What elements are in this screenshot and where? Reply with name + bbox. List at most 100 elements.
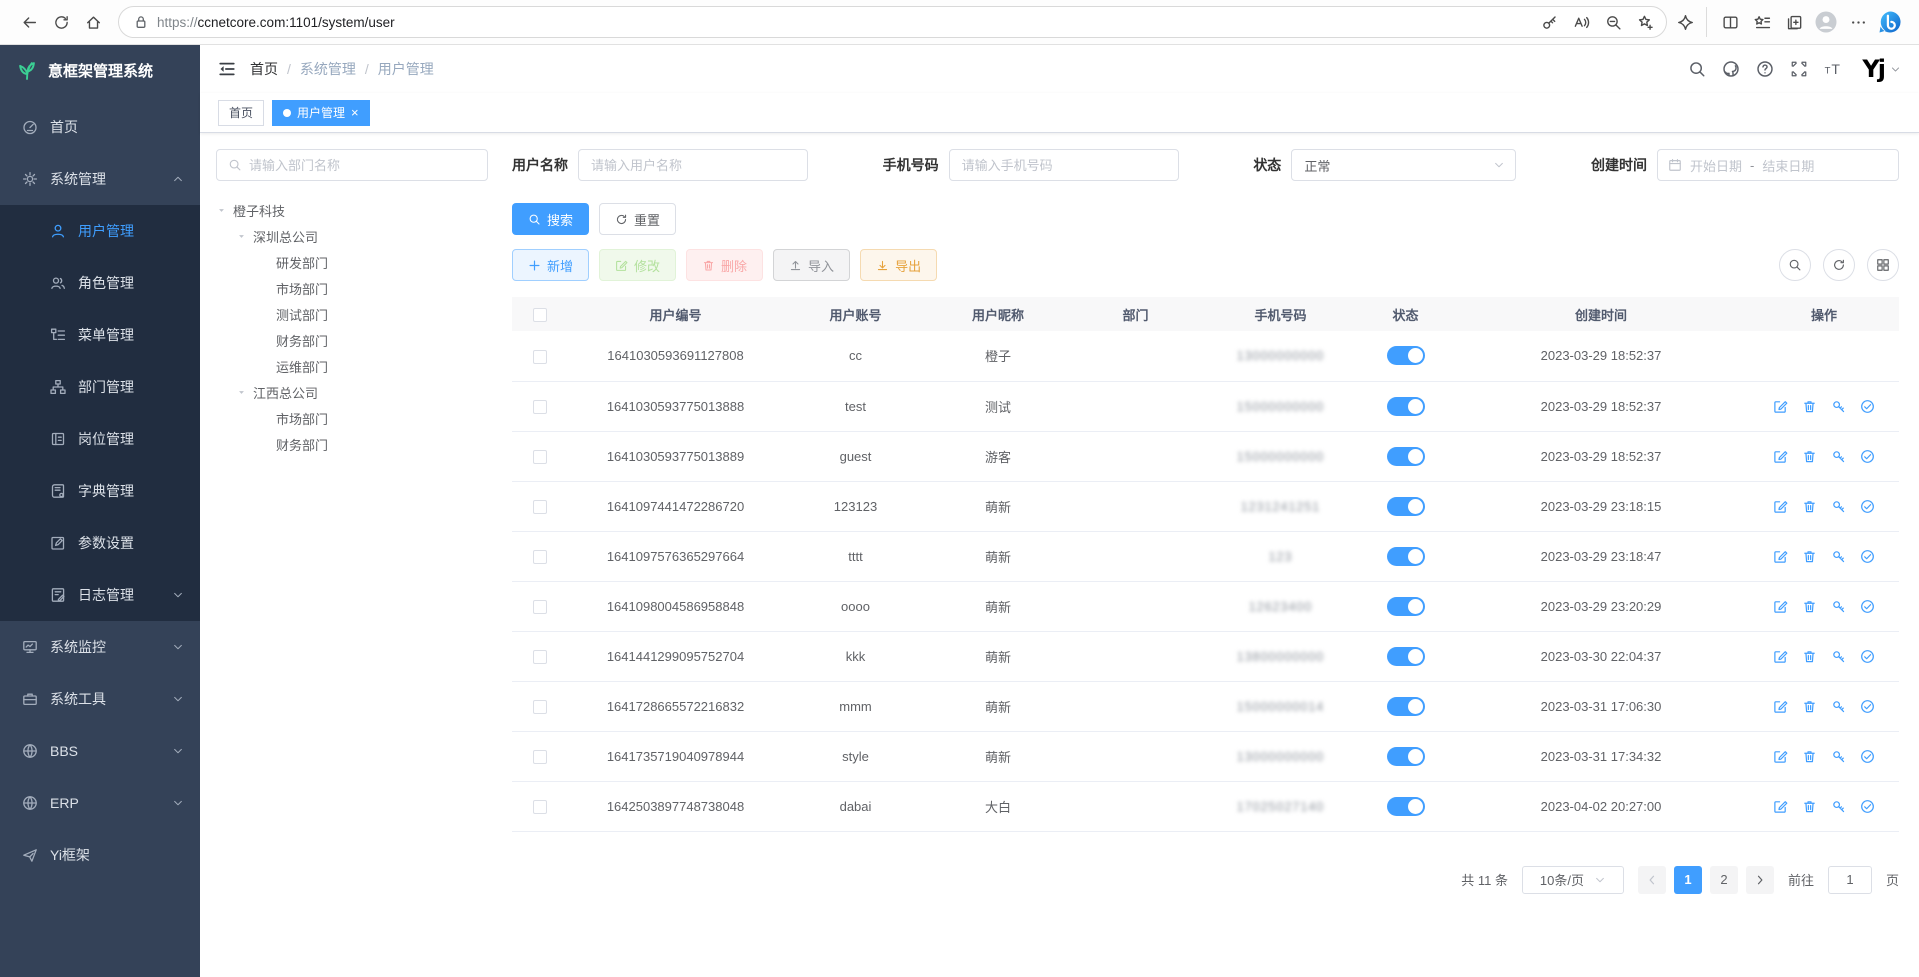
status-toggle[interactable] — [1387, 447, 1425, 466]
page-button-1[interactable]: 1 — [1674, 866, 1702, 894]
row-assign-role-button[interactable] — [1860, 549, 1875, 564]
row-edit-button[interactable] — [1773, 499, 1788, 514]
status-toggle[interactable] — [1387, 697, 1425, 716]
key-icon[interactable] — [1534, 7, 1564, 37]
row-assign-role-button[interactable] — [1860, 599, 1875, 614]
row-reset-password-button[interactable] — [1831, 699, 1846, 714]
collections-icon[interactable] — [1779, 7, 1809, 37]
row-reset-password-button[interactable] — [1831, 449, 1846, 464]
row-reset-password-button[interactable] — [1831, 549, 1846, 564]
sidebar-item-post[interactable]: 岗位管理 — [0, 413, 200, 465]
page-size-select[interactable]: 10条/页 — [1522, 866, 1624, 894]
status-toggle[interactable] — [1387, 346, 1425, 365]
url-text[interactable]: https://ccnetcore.com:1101/system/user — [157, 15, 1526, 30]
row-reset-password-button[interactable] — [1831, 799, 1846, 814]
sidebar-item-home[interactable]: 首页 — [0, 101, 200, 153]
row-delete-button[interactable] — [1802, 449, 1817, 464]
sidebar-item-tool[interactable]: 系统工具 — [0, 673, 200, 725]
row-reset-password-button[interactable] — [1831, 749, 1846, 764]
delete-button[interactable]: 删除 — [686, 249, 763, 281]
row-checkbox[interactable] — [533, 550, 547, 564]
github-icon[interactable] — [1714, 52, 1748, 86]
row-edit-button[interactable] — [1773, 599, 1788, 614]
row-edit-button[interactable] — [1773, 799, 1788, 814]
row-edit-button[interactable] — [1773, 749, 1788, 764]
dept-search-input[interactable] — [249, 158, 476, 173]
row-delete-button[interactable] — [1802, 399, 1817, 414]
row-checkbox[interactable] — [533, 350, 547, 364]
fullscreen-icon[interactable] — [1782, 52, 1816, 86]
date-range-picker[interactable]: 开始日期 - 结束日期 — [1657, 149, 1899, 181]
row-delete-button[interactable] — [1802, 699, 1817, 714]
import-button[interactable]: 导入 — [773, 249, 850, 281]
row-delete-button[interactable] — [1802, 549, 1817, 564]
page-button-2[interactable]: 2 — [1710, 866, 1738, 894]
refresh-table-button[interactable] — [1823, 249, 1855, 281]
help-icon[interactable] — [1748, 52, 1782, 86]
row-assign-role-button[interactable] — [1860, 649, 1875, 664]
sidebar-item-config[interactable]: 参数设置 — [0, 517, 200, 569]
tree-node[interactable]: 市场部门 — [216, 275, 488, 301]
row-reset-password-button[interactable] — [1831, 499, 1846, 514]
reset-button[interactable]: 重置 — [599, 203, 676, 235]
row-assign-role-button[interactable] — [1860, 799, 1875, 814]
breadcrumb-home[interactable]: 首页 — [250, 59, 278, 79]
status-toggle[interactable] — [1387, 797, 1425, 816]
sidebar-item-monitor[interactable]: 系统监控 — [0, 621, 200, 673]
font-size-icon[interactable]: TT — [1816, 52, 1850, 86]
row-edit-button[interactable] — [1773, 449, 1788, 464]
sidebar-item-yi[interactable]: Yi框架 — [0, 829, 200, 881]
prev-page-button[interactable] — [1638, 866, 1666, 894]
back-icon[interactable] — [14, 7, 44, 37]
tag-close-icon[interactable]: × — [351, 106, 359, 119]
collapse-sidebar-icon[interactable] — [218, 60, 236, 78]
row-checkbox[interactable] — [533, 450, 547, 464]
read-aloud-icon[interactable] — [1566, 7, 1596, 37]
tree-node[interactable]: 江西总公司 — [216, 379, 488, 405]
sidebar-item-role[interactable]: 角色管理 — [0, 257, 200, 309]
home-icon[interactable] — [78, 7, 108, 37]
row-assign-role-button[interactable] — [1860, 499, 1875, 514]
row-checkbox[interactable] — [533, 500, 547, 514]
sidebar-item-menu[interactable]: 菜单管理 — [0, 309, 200, 361]
refresh-icon[interactable] — [46, 7, 76, 37]
split-screen-icon[interactable] — [1715, 7, 1745, 37]
column-settings-button[interactable] — [1867, 249, 1899, 281]
row-delete-button[interactable] — [1802, 599, 1817, 614]
tree-node[interactable]: 测试部门 — [216, 301, 488, 327]
row-reset-password-button[interactable] — [1831, 649, 1846, 664]
row-edit-button[interactable] — [1773, 399, 1788, 414]
toggle-search-button[interactable] — [1779, 249, 1811, 281]
sidebar-item-system[interactable]: 系统管理 — [0, 153, 200, 205]
sidebar-item-log[interactable]: 日志管理 — [0, 569, 200, 621]
phone-input[interactable] — [949, 149, 1179, 181]
address-bar[interactable]: https://ccnetcore.com:1101/system/user — [118, 6, 1667, 38]
status-select[interactable]: 正常 — [1291, 149, 1516, 181]
row-edit-button[interactable] — [1773, 649, 1788, 664]
add-button[interactable]: 新增 — [512, 249, 589, 281]
sidebar-item-dept[interactable]: 部门管理 — [0, 361, 200, 413]
status-toggle[interactable] — [1387, 497, 1425, 516]
dept-search-box[interactable] — [216, 149, 488, 181]
status-toggle[interactable] — [1387, 647, 1425, 666]
row-reset-password-button[interactable] — [1831, 399, 1846, 414]
tree-node[interactable]: 市场部门 — [216, 405, 488, 431]
status-toggle[interactable] — [1387, 747, 1425, 766]
zoom-out-icon[interactable] — [1598, 7, 1628, 37]
breadcrumb-system[interactable]: 系统管理 — [300, 59, 356, 79]
search-button[interactable]: 搜索 — [512, 203, 589, 235]
more-icon[interactable] — [1843, 7, 1873, 37]
tree-expand-icon[interactable] — [216, 205, 227, 216]
search-icon[interactable] — [1680, 52, 1714, 86]
tree-expand-icon[interactable] — [236, 231, 247, 242]
status-toggle[interactable] — [1387, 597, 1425, 616]
row-checkbox[interactable] — [533, 650, 547, 664]
row-checkbox[interactable] — [533, 750, 547, 764]
tag-user-management[interactable]: 用户管理 × — [272, 100, 370, 126]
row-checkbox[interactable] — [533, 400, 547, 414]
tree-node[interactable]: 财务部门 — [216, 327, 488, 353]
sidebar-item-bbs[interactable]: BBS — [0, 725, 200, 777]
row-delete-button[interactable] — [1802, 799, 1817, 814]
favorites-bar-icon[interactable] — [1747, 7, 1777, 37]
sidebar-item-dict[interactable]: 字典管理 — [0, 465, 200, 517]
